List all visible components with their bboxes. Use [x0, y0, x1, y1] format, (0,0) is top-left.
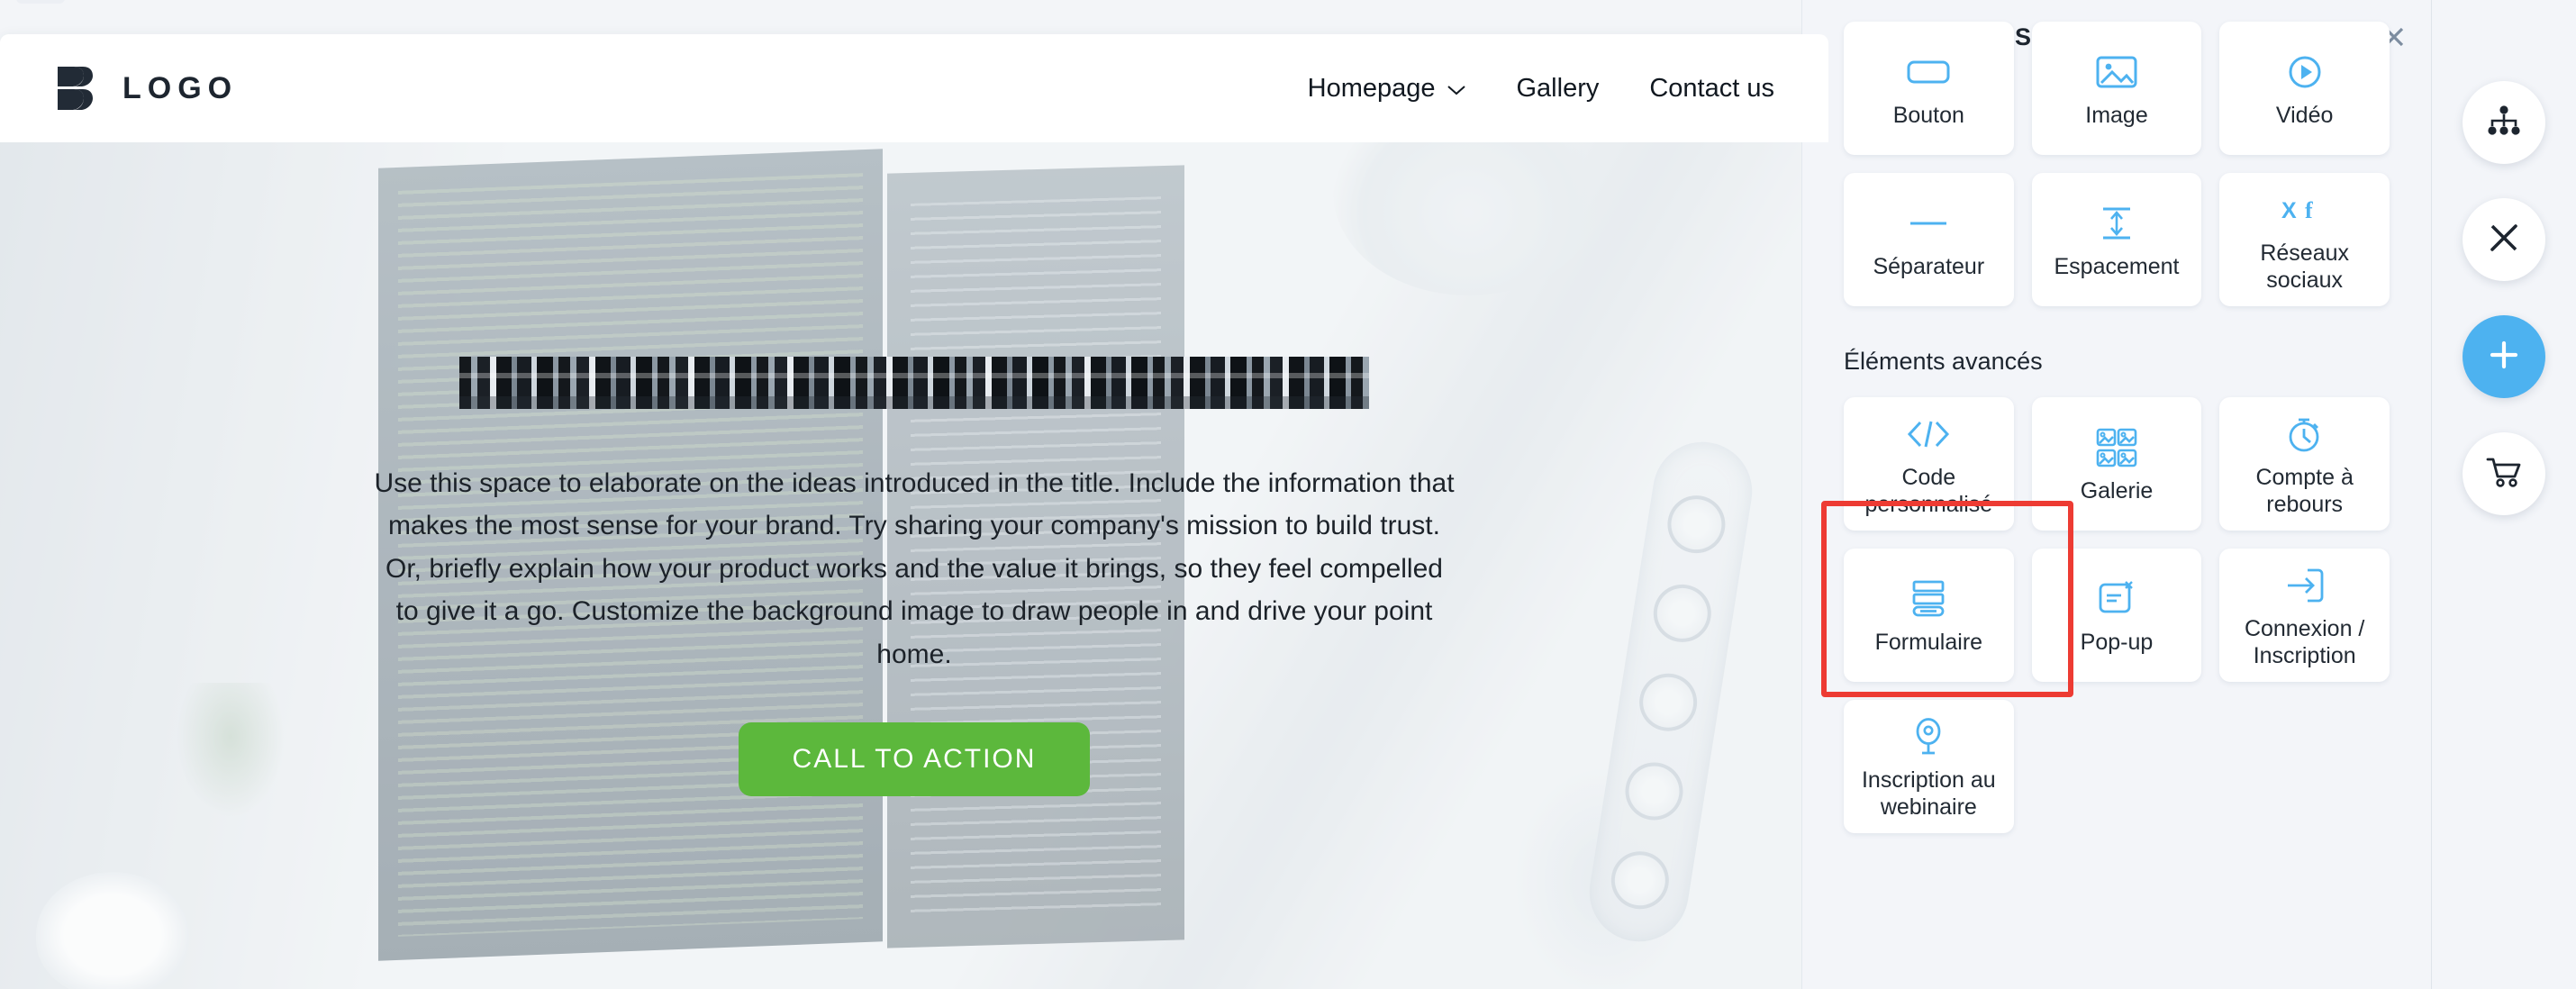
hero-headline-redacted[interactable] [459, 357, 1369, 409]
site-nav: Homepage Gallery Contact us [1308, 74, 1774, 104]
cart-button[interactable] [2463, 432, 2545, 515]
site-logo[interactable]: LOGO [54, 64, 238, 113]
element-card-connexion-inscription[interactable]: Connexion / Inscription [2219, 549, 2390, 682]
app-root: LOGO Homepage Gallery Contact us Use thi… [0, 0, 2576, 989]
code-icon [1905, 410, 1952, 458]
element-card-code-personnalise[interactable]: Code personnalisé [1844, 397, 2014, 531]
element-card-bouton[interactable]: Bouton [1844, 22, 2014, 155]
button-icon [1907, 48, 1950, 96]
element-card-label: Réseaux sociaux [2260, 240, 2349, 294]
element-card-label: Formulaire [1874, 629, 1983, 655]
logo-text: LOGO [122, 70, 239, 105]
element-card-video[interactable]: Vidéo [2219, 22, 2390, 155]
add-elements-panel: AJOUTER DES ÉLÉMENTS Bouton Image Vidéo … [1801, 0, 2432, 989]
element-card-label: Vidéo [2275, 102, 2334, 128]
element-card-popup[interactable]: Pop-up [2031, 549, 2202, 682]
element-card-label: Galerie [2080, 477, 2154, 504]
sitemap-button[interactable] [2463, 81, 2545, 164]
add-element-button[interactable] [2463, 315, 2545, 398]
element-card-label: Connexion / Inscription [2244, 615, 2365, 669]
svg-text:f: f [2305, 197, 2313, 223]
nav-item-contact[interactable]: Contact us [1649, 74, 1774, 104]
countdown-icon [2285, 410, 2325, 458]
gallery-icon [2096, 423, 2137, 472]
nav-item-homepage-label: Homepage [1307, 73, 1436, 103]
image-icon [2096, 48, 2137, 96]
logo-mark-icon [54, 64, 103, 113]
popup-icon [2096, 575, 2137, 623]
element-card-espacement[interactable]: Espacement [2031, 173, 2202, 306]
element-card-formulaire[interactable]: Formulaire [1844, 549, 2014, 682]
nav-item-gallery[interactable]: Gallery [1517, 74, 1600, 104]
separator-icon [1907, 199, 1950, 248]
add-icon [2487, 338, 2521, 377]
element-card-image[interactable]: Image [2031, 22, 2202, 155]
element-card-reseaux-sociaux[interactable]: X f Réseaux sociaux [2219, 173, 2390, 306]
sitemap-icon [2486, 104, 2522, 141]
element-card-separateur[interactable]: Séparateur [1844, 173, 2014, 306]
element-card-compte-a-rebours[interactable]: Compte à rebours [2219, 397, 2390, 531]
element-card-label: Compte à rebours [2255, 464, 2354, 518]
element-card-label: Pop-up [2080, 629, 2154, 655]
element-card-label: Image [2085, 102, 2148, 128]
basic-elements-grid: Bouton Image Vidéo Séparateur Espacement… [1844, 22, 2390, 306]
webinar-icon [1909, 712, 1947, 761]
nav-item-homepage[interactable]: Homepage [1308, 74, 1466, 104]
form-icon [1908, 575, 1949, 623]
element-card-label: Espacement [2054, 253, 2180, 279]
element-card-label: Bouton [1892, 102, 1964, 128]
element-card-label: Séparateur [1873, 253, 1985, 279]
right-toolbar-rail [2432, 0, 2576, 989]
video-icon [2284, 48, 2326, 96]
advanced-section-title: Éléments avancés [1844, 348, 2043, 375]
advanced-elements-grid: Code personnalisé Galerie Compte à rebou… [1844, 397, 2390, 833]
element-card-label: Inscription au webinaire [1861, 767, 1996, 821]
social-icon: X f [2280, 186, 2330, 234]
chevron-down-icon [1447, 74, 1466, 104]
spacer-icon [2098, 199, 2136, 248]
element-card-inscription-webinaire[interactable]: Inscription au webinaire [1844, 700, 2014, 833]
hero-body-text[interactable]: Use this space to elaborate on the ideas… [374, 462, 1455, 676]
cart-icon [2485, 456, 2523, 493]
site-header: LOGO Homepage Gallery Contact us [0, 34, 1828, 142]
toolbar-chip-left[interactable] [16, 0, 65, 4]
element-card-galerie[interactable]: Galerie [2031, 397, 2202, 531]
panel-body[interactable]: Bouton Image Vidéo Séparateur Espacement… [1802, 22, 2431, 937]
website-canvas[interactable]: LOGO Homepage Gallery Contact us Use thi… [0, 34, 1828, 989]
hero-content: Use this space to elaborate on the ideas… [0, 142, 1828, 796]
hero-section[interactable]: Use this space to elaborate on the ideas… [0, 142, 1828, 989]
hero-cta-button[interactable]: CALL TO ACTION [738, 721, 1091, 796]
svg-text:X: X [2281, 198, 2297, 223]
login-icon [2284, 561, 2326, 610]
element-card-label: Code personnalisé [1864, 464, 1993, 518]
design-icon [2487, 221, 2521, 259]
design-button[interactable] [2463, 198, 2545, 281]
